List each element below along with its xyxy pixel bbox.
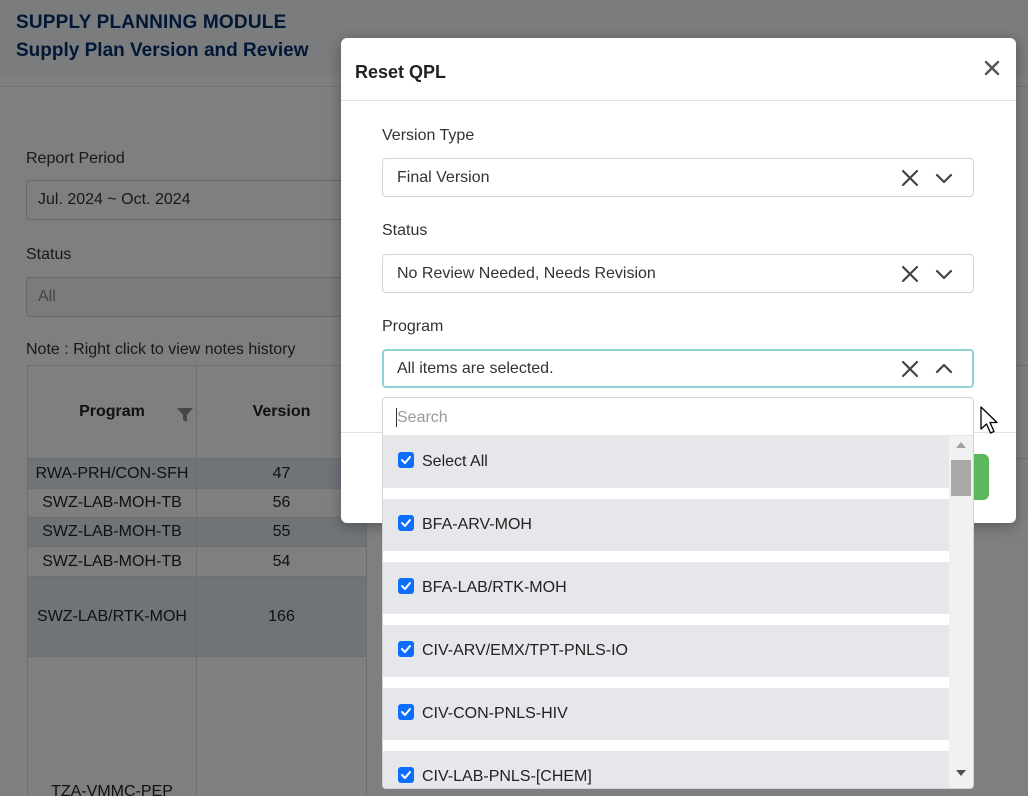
search-placeholder: Search — [397, 409, 448, 426]
program-dropdown: Search Select All BFA-ARV-MOH BFA-LAB/RT… — [382, 397, 974, 789]
checkbox-checked-icon[interactable] — [398, 704, 414, 720]
status-label: Status — [382, 222, 428, 239]
clear-icon[interactable] — [899, 358, 921, 380]
scroll-up-arrow-icon[interactable] — [956, 442, 966, 448]
chevron-up-icon[interactable] — [933, 358, 955, 380]
modal-title: Reset QPL — [355, 62, 447, 82]
list-item[interactable]: CIV-CON-PNLS-HIV — [383, 688, 949, 740]
program-multiselect[interactable]: All items are selected. — [382, 349, 974, 388]
clear-icon[interactable] — [899, 167, 921, 189]
list-item[interactable]: BFA-ARV-MOH — [383, 499, 949, 551]
checkbox-checked-icon[interactable] — [398, 452, 414, 468]
clear-icon[interactable] — [899, 263, 921, 285]
list-item[interactable]: CIV-ARV/EMX/TPT-PNLS-IO — [383, 625, 949, 677]
program-label: Program — [382, 318, 444, 335]
modal-header: Reset QPL — [341, 38, 1016, 101]
checkbox-checked-icon[interactable] — [398, 767, 414, 783]
close-icon — [984, 60, 1000, 76]
checkbox-checked-icon[interactable] — [398, 578, 414, 594]
version-type-value: Final Version — [397, 169, 490, 186]
option-label: CIV-LAB-PNLS-[CHEM] — [422, 768, 592, 785]
status-select[interactable]: No Review Needed, Needs Revision — [382, 254, 974, 293]
scroll-down-arrow-icon[interactable] — [956, 770, 966, 776]
dropdown-scrollbar[interactable] — [949, 436, 973, 788]
option-label: BFA-ARV-MOH — [422, 516, 532, 533]
list-item[interactable]: BFA-LAB/RTK-MOH — [383, 562, 949, 614]
version-type-label: Version Type — [382, 127, 475, 144]
close-button[interactable] — [981, 57, 1003, 79]
option-label: CIV-CON-PNLS-HIV — [422, 705, 568, 722]
list-item[interactable]: CIV-LAB-PNLS-[CHEM] — [383, 751, 949, 788]
checkbox-checked-icon[interactable] — [398, 641, 414, 657]
status-value: No Review Needed, Needs Revision — [397, 265, 656, 282]
program-value: All items are selected. — [397, 360, 554, 377]
program-search-input[interactable]: Search — [383, 398, 973, 436]
chevron-down-icon[interactable] — [933, 263, 955, 285]
version-type-select[interactable]: Final Version — [382, 158, 974, 197]
option-label: CIV-ARV/EMX/TPT-PNLS-IO — [422, 642, 628, 659]
checkbox-checked-icon[interactable] — [398, 515, 414, 531]
chevron-down-icon[interactable] — [933, 167, 955, 189]
option-label: Select All — [422, 453, 488, 470]
option-label: BFA-LAB/RTK-MOH — [422, 579, 567, 596]
mouse-cursor-icon — [980, 406, 1000, 441]
option-select-all[interactable]: Select All — [383, 436, 949, 488]
scrollbar-thumb[interactable] — [951, 460, 971, 496]
program-options-list[interactable]: Select All BFA-ARV-MOH BFA-LAB/RTK-MOH C… — [383, 436, 949, 788]
